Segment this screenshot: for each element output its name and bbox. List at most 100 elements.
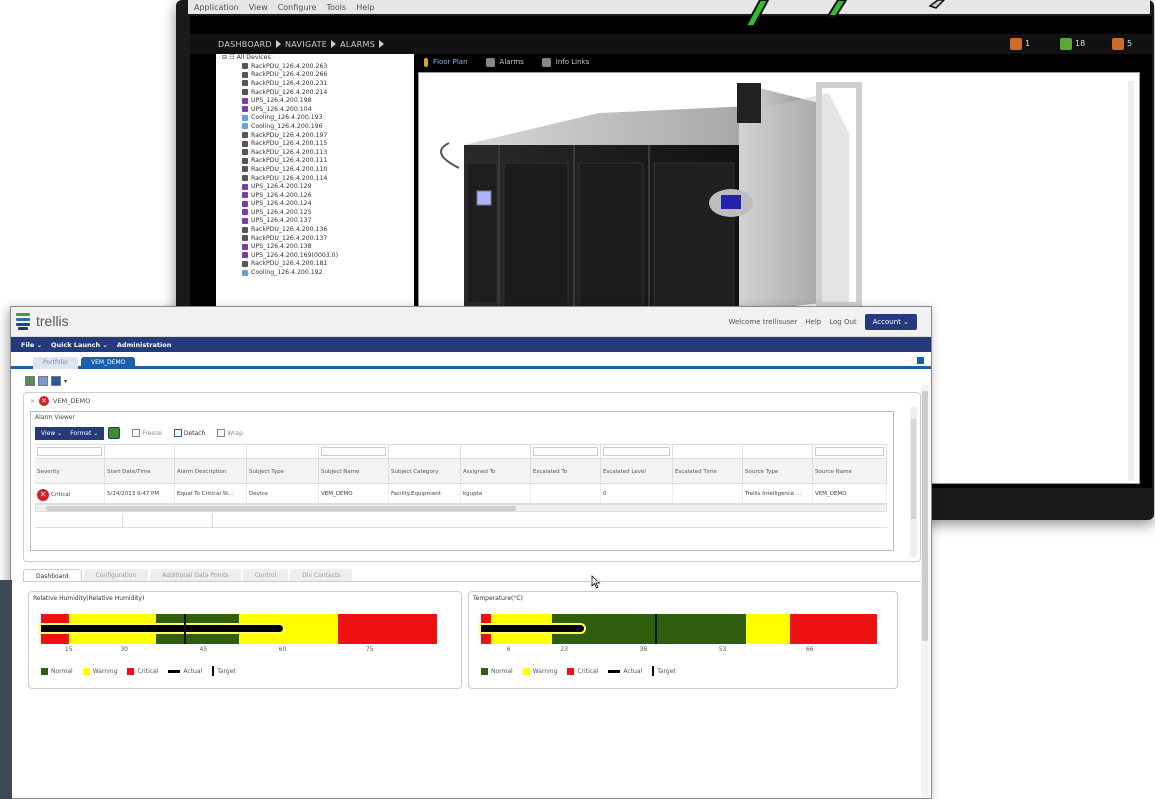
tree-item[interactable]: UPS_126.4.200.125 [216,208,414,217]
menu-quick-launch[interactable]: Quick Launch ⌄ [51,341,108,349]
column-header[interactable]: Escalated Level [601,459,673,483]
alarm-badge-normal[interactable]: 18 [1060,36,1085,51]
wrap-button[interactable]: Wrap [217,429,243,437]
scrollbar-thumb[interactable] [46,506,516,511]
column-header[interactable]: Escalated Time [673,459,743,483]
toolbar-dropdown-icon[interactable]: ▾ [64,378,67,385]
panel-title: × ✕ VEM_DEMO [30,396,91,406]
view-button[interactable]: View ⌄ [41,430,62,437]
back-menu-help[interactable]: Help [356,3,374,12]
rack-pdu-icon [242,71,248,78]
maximize-icon[interactable] [916,356,925,365]
tree-item[interactable]: UPS_126.4.200.129 [216,182,414,191]
breadcrumb-navigate[interactable]: NAVIGATE [285,40,327,49]
tree-item[interactable]: Cooling_126.4.200.193 [216,114,414,123]
tab-info-links[interactable]: Info Links [541,57,589,67]
tree-item[interactable]: UPS_126.4.200.198 [216,96,414,105]
tree-item[interactable]: RackPDU_126.4.200.115 [216,139,414,148]
column-header[interactable]: Subject Name [319,459,389,483]
content-vertical-scrollbar[interactable] [921,385,929,797]
tree-item[interactable]: UPS_126.4.200.137 [216,217,414,226]
column-header[interactable]: Source Type [743,459,813,483]
tab-additional-data-points[interactable]: Additional Data Points [150,569,241,581]
tree-item[interactable]: RackPDU_126.4.200.197 [216,131,414,140]
column-header[interactable]: Severity [35,459,105,483]
tree-item[interactable]: RackPDU_126.4.200.137 [216,234,414,243]
tree-item[interactable]: UPS_126.4.200.138 [216,242,414,251]
detach-button[interactable]: Detach [173,429,205,437]
cell-assigned-to: kgupta [461,484,531,503]
layout-icon[interactable] [25,376,35,386]
grid-horizontal-scrollbar[interactable] [35,504,887,512]
menu-file[interactable]: File ⌄ [21,341,42,349]
tree-item[interactable]: UPS_126.4.200.126 [216,191,414,200]
back-view-scrollbar[interactable] [1128,81,1134,481]
tree-item[interactable]: RackPDU_126.4.200.263 [216,62,414,71]
tree-item[interactable]: RackPDU_126.4.200.114 [216,174,414,183]
column-header[interactable]: Subject Category [389,459,461,483]
tree-item[interactable]: UPS_126.4.200.124 [216,200,414,209]
freeze-button[interactable]: Freeze [132,429,162,437]
alarm-badge-critical[interactable]: 1 [1010,36,1030,51]
column-header[interactable]: Escalated To [531,459,601,483]
tree-item[interactable]: Cooling_126.4.200.196 [216,122,414,131]
tab-control[interactable]: Control [242,569,289,581]
view-icon[interactable] [38,376,48,386]
panel-vertical-scrollbar[interactable] [910,407,917,557]
filter-input[interactable] [533,447,598,456]
filter-row [35,444,887,459]
refresh-icon[interactable] [108,427,121,439]
tree-item[interactable]: RackPDU_126.4.200.136 [216,225,414,234]
filter-input[interactable] [603,447,670,456]
ups-icon [242,192,248,199]
tree-item[interactable]: RackPDU_126.4.200.266 [216,71,414,80]
logout-link[interactable]: Log Out [829,318,856,326]
tab-portfolio[interactable]: Portfolio [33,357,78,369]
tree-root[interactable]: ⊟ ☷ All Devices [216,54,414,62]
column-header[interactable]: Start Date/Time [105,459,175,483]
back-menu-application[interactable]: Application [194,3,239,12]
tree-item[interactable]: RackPDU_126.4.200.214 [216,88,414,97]
tree-item[interactable]: RackPDU_126.4.200.181 [216,260,414,269]
gauge-tick-label: 15 [64,646,73,653]
collapse-icon[interactable]: × [30,398,35,405]
legend-normal-swatch [41,667,48,675]
alarm-badge-warning[interactable]: 5 [1112,36,1132,51]
filter-input[interactable] [37,447,102,456]
filter-input[interactable] [815,447,884,456]
tab-alarms[interactable]: Alarms [485,57,524,67]
tree-item[interactable]: RackPDU_126.4.200.110 [216,165,414,174]
column-header[interactable]: Source Name [813,459,887,483]
tab-vem-demo[interactable]: VEM_DEMO [81,357,136,369]
tab-div-contacts[interactable]: Div Contacts [290,569,353,581]
gauge-tick-label: 66 [805,646,814,653]
account-button[interactable]: Account ⌄ [864,314,917,330]
tree-item[interactable]: RackPDU_126.4.200.231 [216,79,414,88]
back-menu-tools[interactable]: Tools [326,3,346,12]
breadcrumb-alarms[interactable]: ALARMS [340,40,375,49]
breadcrumb-separator-icon [379,40,385,48]
grid-icon[interactable] [51,376,61,386]
tree-item[interactable]: RackPDU_126.4.200.111 [216,157,414,166]
filter-input[interactable] [321,447,386,456]
tree-item[interactable]: UPS_126.4.200.169(0003.0) [216,251,414,260]
column-header[interactable]: Assigned To [461,459,531,483]
tab-floor-plan[interactable]: Floor Plan [424,57,468,67]
tab-dashboard[interactable]: Dashboard [23,569,82,581]
column-header[interactable]: Alarm Description [175,459,247,483]
cell-description: Equal To Critical St... [175,484,247,503]
tree-item[interactable]: RackPDU_126.4.200.113 [216,148,414,157]
back-menu-view[interactable]: View [249,3,268,12]
breadcrumb-dashboard[interactable]: DASHBOARD [218,40,272,49]
column-header[interactable]: Subject Type [247,459,319,483]
help-link[interactable]: Help [805,318,821,326]
back-menu-configure[interactable]: Configure [278,3,317,12]
tree-item[interactable]: UPS_126.4.200.104 [216,105,414,114]
gauge-legend: Normal Warning Critical Actual Target [481,666,676,676]
table-row[interactable]: ✕ Critical 5/24/2013 9:47 PM Equal To Cri… [35,484,887,504]
tree-item[interactable]: Cooling_126.4.200.192 [216,268,414,277]
format-button[interactable]: Format ⌄ [70,430,98,437]
menu-administration[interactable]: Administration [117,341,172,349]
rack-pdu-icon [242,63,248,70]
tab-configuration[interactable]: Configuration [83,569,149,581]
